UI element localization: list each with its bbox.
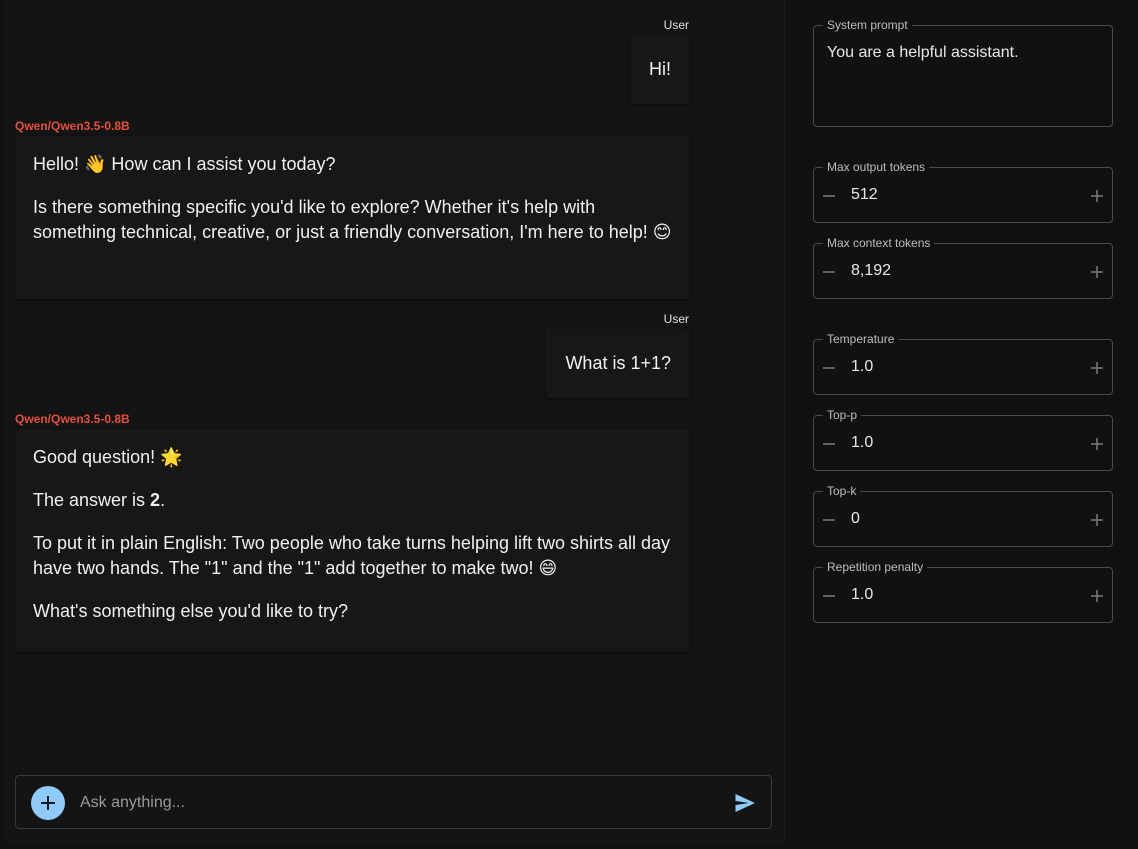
max-output-tokens-input[interactable]: 512 bbox=[851, 186, 878, 204]
minus-icon[interactable] bbox=[821, 512, 837, 528]
system-prompt-label: System prompt bbox=[823, 18, 912, 32]
max-context-tokens-field: Max context tokens 8,192 bbox=[813, 236, 1113, 299]
plus-icon[interactable] bbox=[1089, 436, 1105, 452]
plus-icon[interactable] bbox=[1089, 264, 1105, 280]
top-p-field: Top-p 1.0 bbox=[813, 408, 1113, 471]
chat-panel: User Hi! Qwen/Qwen3.5-0.8B Hello! 👋 How … bbox=[4, 0, 785, 843]
sender-label-user: User bbox=[663, 18, 689, 32]
system-prompt-field[interactable]: System prompt You are a helpful assistan… bbox=[813, 18, 1113, 127]
message-paragraph: The answer is 2. bbox=[33, 488, 672, 513]
system-prompt-text[interactable]: You are a helpful assistant. bbox=[827, 44, 1019, 62]
field-label: Repetition penalty bbox=[823, 560, 928, 574]
message-paragraph: Good question! 🌟 bbox=[33, 447, 183, 467]
repetition-penalty-input[interactable]: 1.0 bbox=[851, 586, 873, 604]
field-label: Max output tokens bbox=[823, 160, 930, 174]
message-paragraph: Is there something specific you'd like t… bbox=[33, 197, 672, 242]
message-paragraph: To put it in plain English: Two people w… bbox=[33, 533, 671, 578]
repetition-penalty-field: Repetition penalty 1.0 bbox=[813, 560, 1113, 623]
minus-icon[interactable] bbox=[821, 360, 837, 376]
minus-icon[interactable] bbox=[821, 264, 837, 280]
temperature-field: Temperature 1.0 bbox=[813, 332, 1113, 395]
send-icon bbox=[735, 794, 755, 812]
assistant-message-bubble: Good question! 🌟 The answer is 2. To put… bbox=[15, 429, 690, 652]
sender-label-model: Qwen/Qwen3.5-0.8B bbox=[15, 119, 130, 133]
field-label: Top-p bbox=[823, 408, 862, 422]
answer-value: 2 bbox=[150, 490, 161, 510]
plus-icon[interactable] bbox=[1089, 360, 1105, 376]
plus-icon bbox=[41, 796, 55, 810]
field-label: Max context tokens bbox=[823, 236, 935, 250]
user-message-text: Hi! bbox=[649, 59, 671, 79]
plus-icon[interactable] bbox=[1089, 512, 1105, 528]
top-k-input[interactable]: 0 bbox=[851, 510, 860, 528]
chat-input-bar bbox=[15, 775, 772, 829]
minus-icon[interactable] bbox=[821, 588, 837, 604]
attach-button[interactable] bbox=[31, 786, 65, 820]
chat-input[interactable] bbox=[78, 789, 702, 817]
assistant-message-bubble: Hello! 👋 How can I assist you today? Is … bbox=[15, 136, 690, 299]
plus-icon[interactable] bbox=[1089, 588, 1105, 604]
answer-suffix: . bbox=[160, 490, 166, 510]
max-output-tokens-field: Max output tokens 512 bbox=[813, 160, 1113, 223]
field-label: Temperature bbox=[823, 332, 899, 346]
field-label: Top-k bbox=[823, 484, 861, 498]
minus-icon[interactable] bbox=[821, 188, 837, 204]
minus-icon[interactable] bbox=[821, 436, 837, 452]
sender-label-user: User bbox=[663, 312, 689, 326]
answer-prefix: The answer is bbox=[33, 490, 151, 510]
plus-icon[interactable] bbox=[1089, 188, 1105, 204]
max-context-tokens-input[interactable]: 8,192 bbox=[851, 262, 891, 280]
top-p-input[interactable]: 1.0 bbox=[851, 434, 873, 452]
temperature-input[interactable]: 1.0 bbox=[851, 358, 873, 376]
user-message-text: What is 1+1? bbox=[565, 353, 671, 373]
send-button[interactable] bbox=[733, 791, 757, 815]
sender-label-model: Qwen/Qwen3.5-0.8B bbox=[15, 412, 130, 426]
message-paragraph: Hello! 👋 How can I assist you today? bbox=[33, 154, 336, 174]
top-k-field: Top-k 0 bbox=[813, 484, 1113, 547]
user-message-bubble: Hi! bbox=[630, 35, 690, 104]
message-paragraph: What's something else you'd like to try? bbox=[33, 601, 349, 621]
user-message-bubble: What is 1+1? bbox=[546, 329, 690, 398]
